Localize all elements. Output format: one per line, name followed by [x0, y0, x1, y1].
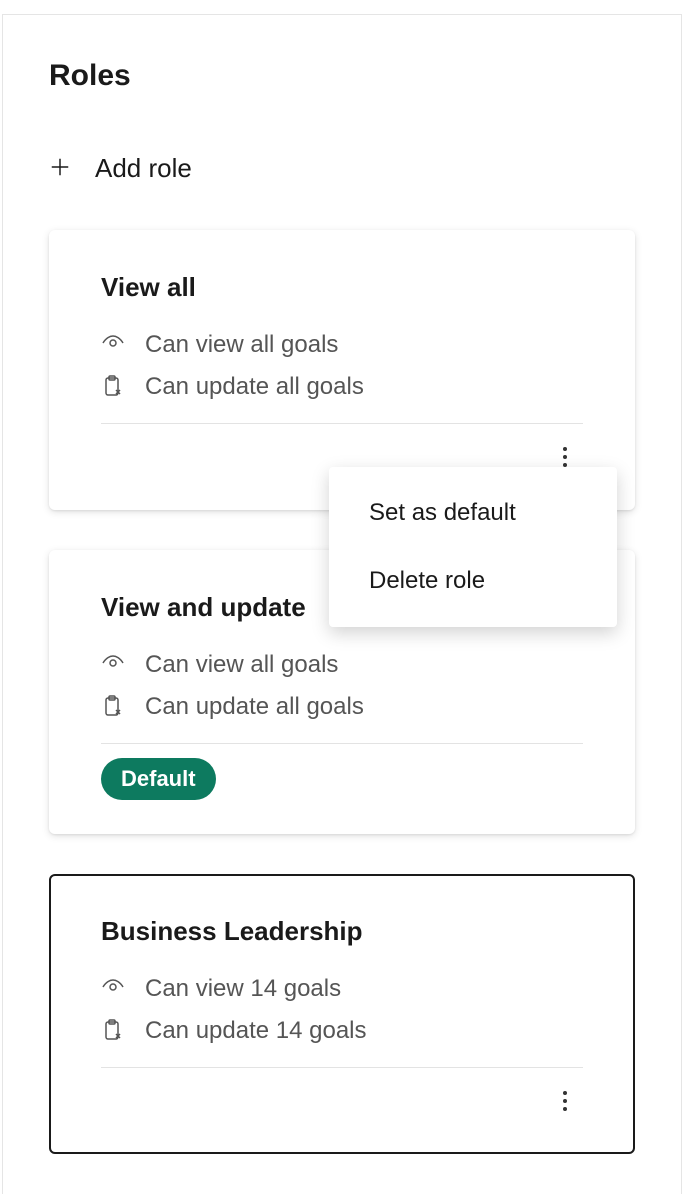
role-card[interactable]: View all Can view all goals Can update a… [49, 230, 635, 510]
default-badge: Default [101, 758, 216, 800]
role-title: Business Leadership [101, 916, 583, 947]
add-role-label: Add role [95, 153, 192, 184]
permission-text: Can view all goals [145, 651, 338, 679]
clipboard-edit-icon [101, 695, 125, 719]
more-options-button[interactable] [547, 1083, 583, 1119]
role-title: View all [101, 272, 583, 303]
permission-text: Can view 14 goals [145, 975, 341, 1003]
permission-row: Can view 14 goals [101, 975, 583, 1003]
eye-icon [101, 653, 125, 677]
permission-text: Can update all goals [145, 693, 364, 721]
permission-text: Can update 14 goals [145, 1017, 367, 1045]
clipboard-edit-icon [101, 375, 125, 399]
permission-text: Can view all goals [145, 331, 338, 359]
context-menu: Set as default Delete role [329, 467, 617, 627]
eye-icon [101, 333, 125, 357]
add-role-button[interactable]: Add role [49, 153, 192, 184]
permission-row: Can update 14 goals [101, 1017, 583, 1045]
menu-item-set-default[interactable]: Set as default [329, 479, 617, 547]
permission-row: Can view all goals [101, 651, 583, 679]
menu-item-delete-role[interactable]: Delete role [329, 547, 617, 615]
card-footer: Default [101, 744, 583, 800]
permission-text: Can update all goals [145, 373, 364, 401]
card-footer [101, 1068, 583, 1120]
role-card[interactable]: Business Leadership Can view 14 goals Ca… [49, 874, 635, 1154]
plus-icon [49, 155, 71, 183]
roles-panel: Roles Add role View all Can view all goa… [2, 14, 682, 1194]
page-title: Roles [49, 59, 635, 93]
permission-row: Can update all goals [101, 373, 583, 401]
clipboard-edit-icon [101, 1019, 125, 1043]
permission-row: Can update all goals [101, 693, 583, 721]
permission-row: Can view all goals [101, 331, 583, 359]
eye-icon [101, 977, 125, 1001]
